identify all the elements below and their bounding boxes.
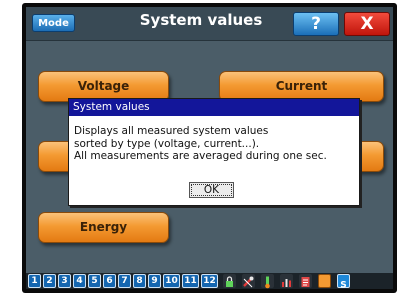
page-button-12[interactable]: 12 — [201, 274, 218, 288]
device-screen: Mode System values ? X Voltage Current E… — [26, 7, 393, 289]
page-button-1[interactable]: 1 — [28, 274, 41, 288]
page-button-7[interactable]: 7 — [118, 274, 131, 288]
title-bar: Mode System values ? X — [26, 7, 393, 41]
dialog-line: Displays all measured system values — [74, 125, 269, 137]
ok-button[interactable]: OK — [189, 182, 234, 198]
close-button[interactable]: X — [344, 12, 390, 36]
settings-icon[interactable]: S — [337, 274, 350, 290]
page-button-5[interactable]: 5 — [88, 274, 101, 288]
page-button-9[interactable]: 9 — [148, 274, 161, 288]
page-button-11[interactable]: 11 — [182, 274, 199, 288]
page-button-10[interactable]: 10 — [163, 274, 180, 288]
dialog-line: sorted by type (voltage, current...). — [74, 137, 260, 150]
thermometer-icon[interactable] — [261, 274, 274, 289]
page-title: System values — [139, 11, 263, 29]
help-button[interactable]: ? — [293, 12, 339, 36]
page-button-3[interactable]: 3 — [58, 274, 71, 288]
bottom-toolbar: 1 2 3 4 5 6 7 8 9 10 11 12 S — [26, 273, 393, 289]
report-icon[interactable] — [299, 274, 312, 288]
info-dialog: System values Displays all measured syst… — [68, 98, 360, 206]
page-button-8[interactable]: 8 — [133, 274, 146, 288]
page-button-6[interactable]: 6 — [103, 274, 116, 288]
page-button-4[interactable]: 4 — [73, 274, 86, 288]
mode-button[interactable]: Mode — [32, 14, 75, 32]
dialog-line: All measurements are averaged during one… — [74, 150, 327, 162]
svg-text:S: S — [340, 281, 346, 290]
wrench-icon[interactable] — [242, 274, 255, 288]
energy-button[interactable]: Energy — [38, 212, 169, 243]
lock-icon[interactable] — [223, 274, 236, 288]
dialog-message: Displays all measured system values sort… — [74, 125, 354, 163]
dialog-title: System values — [69, 99, 359, 116]
orange-square-icon[interactable] — [318, 274, 331, 288]
chart-icon[interactable] — [280, 274, 293, 288]
page-button-2[interactable]: 2 — [43, 274, 56, 288]
